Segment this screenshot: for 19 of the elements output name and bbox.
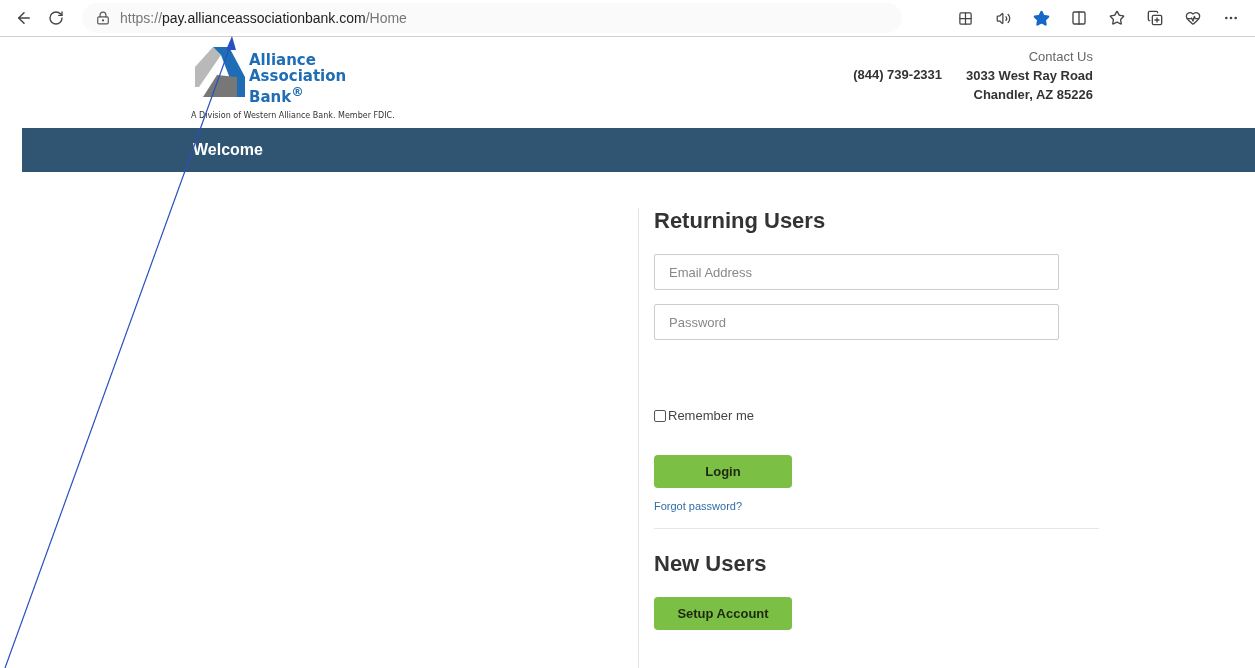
setup-account-button[interactable]: Setup Account (654, 597, 792, 630)
section-heading: Returning Users (654, 208, 827, 234)
contact-label: Contact Us (1028, 48, 1093, 66)
logo-text: Alliance (249, 52, 317, 68)
logo-text: Association (249, 68, 347, 84)
section-heading: New Users (654, 551, 768, 577)
login-button[interactable]: Login (654, 455, 792, 488)
page-title: Welcome (193, 141, 263, 159)
phone-number: (844) 739-2331 (853, 67, 943, 82)
checkbox-label: Remember me (668, 408, 754, 423)
address-line: Chandler, AZ 85226 (973, 86, 1093, 104)
forgot-password-link[interactable]: Forgot password? (654, 500, 743, 512)
lock-icon (96, 11, 110, 25)
logo-text: Bank$^{®}$ (249, 84, 305, 105)
checkbox[interactable] (654, 409, 666, 422)
address-field[interactable]: https://pay.allianceassociationbank.com/Home (82, 3, 902, 33)
input-field[interactable]: Email Address (654, 254, 1059, 290)
address-line: 3033 West Ray Road (966, 67, 1093, 85)
input-field[interactable]: Password (654, 304, 1059, 340)
